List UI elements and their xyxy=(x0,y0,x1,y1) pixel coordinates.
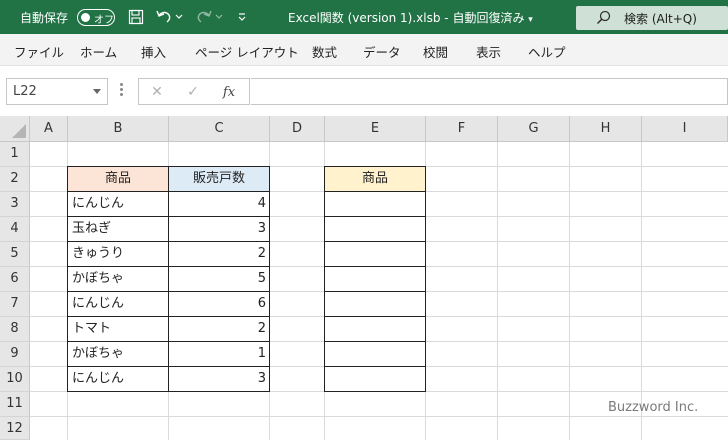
name-box-value: L22 xyxy=(13,84,37,99)
cell-qty[interactable]: 5 xyxy=(168,266,270,292)
column-header-i[interactable]: I xyxy=(642,116,728,142)
name-box[interactable]: L22 xyxy=(6,78,108,105)
formula-buttons: ✕ ✓ fx xyxy=(138,78,250,105)
autosave-toggle[interactable]: オフ xyxy=(77,9,115,26)
cell-product[interactable]: かぼちゃ xyxy=(67,266,169,292)
cell-qty[interactable]: 4 xyxy=(168,191,270,217)
cell-qty[interactable]: 2 xyxy=(168,241,270,267)
row-header-4[interactable]: 4 xyxy=(0,217,30,242)
empty-result-cell[interactable] xyxy=(324,266,426,292)
empty-result-cell[interactable] xyxy=(324,191,426,217)
autosave-label: 自動保存 xyxy=(20,11,69,25)
column-header-c[interactable]: C xyxy=(169,116,270,142)
column-header-h[interactable]: H xyxy=(570,116,642,142)
file-name: Excel関数 (version 1).xlsb - 自動回復済み xyxy=(288,11,525,25)
tab-insert[interactable]: 挿入 xyxy=(141,42,166,61)
row-header-6[interactable]: 6 xyxy=(0,267,30,292)
toggle-state-label: オフ xyxy=(94,15,114,26)
formula-bar: L22 ✕ ✓ fx xyxy=(0,66,728,116)
column-header-f[interactable]: F xyxy=(426,116,498,142)
tab-file[interactable]: ファイル xyxy=(14,42,64,61)
row-header-8[interactable]: 8 xyxy=(0,317,30,342)
insert-function-icon[interactable]: fx xyxy=(219,83,239,101)
empty-result-cell[interactable] xyxy=(324,216,426,242)
column-header-b[interactable]: B xyxy=(68,116,169,142)
row-header-7[interactable]: 7 xyxy=(0,292,30,317)
row-header-5[interactable]: 5 xyxy=(0,242,30,267)
cell-product[interactable]: にんじん xyxy=(67,291,169,317)
customize-toolbar-icon[interactable] xyxy=(234,7,250,27)
title-dropdown-icon[interactable]: ▾ xyxy=(528,15,533,25)
cell-qty[interactable]: 2 xyxy=(168,316,270,342)
empty-result-cell[interactable] xyxy=(324,291,426,317)
row-header-1[interactable]: 1 xyxy=(0,142,30,167)
tab-view[interactable]: 表示 xyxy=(476,42,501,61)
header-cell-product[interactable]: 商品 xyxy=(67,166,169,192)
empty-result-cell[interactable] xyxy=(324,241,426,267)
undo-icon[interactable] xyxy=(154,7,174,27)
row-header-12[interactable]: 12 xyxy=(0,417,30,440)
window-title: Excel関数 (version 1).xlsb - 自動回復済み ▾ xyxy=(288,9,533,26)
header-cell-unique-product[interactable]: 商品 xyxy=(324,166,426,192)
title-bar: 自動保存 オフ Excel関数 (version 1).xlsb - 自動回復済… xyxy=(0,0,728,34)
gridline xyxy=(30,416,728,417)
cell-product[interactable]: かぼちゃ xyxy=(67,341,169,367)
cell-qty[interactable]: 6 xyxy=(168,291,270,317)
redo-dropdown-icon[interactable] xyxy=(213,7,225,27)
row-header-3[interactable]: 3 xyxy=(0,192,30,217)
column-header-g[interactable]: G xyxy=(498,116,570,142)
cell-qty[interactable]: 3 xyxy=(168,216,270,242)
tab-home[interactable]: ホーム xyxy=(80,42,117,61)
header-cell-sales[interactable]: 販売戸数 xyxy=(168,166,270,192)
row-header-10[interactable]: 10 xyxy=(0,367,30,392)
ribbon-tabs: ファイル ホーム 挿入 ページ レイアウト 数式 データ 校閲 表示 ヘルプ xyxy=(0,34,728,66)
cell-product[interactable]: にんじん xyxy=(67,191,169,217)
toggle-knob xyxy=(81,13,90,22)
empty-result-cell[interactable] xyxy=(324,316,426,342)
tab-formulas[interactable]: 数式 xyxy=(312,42,337,61)
tab-page-layout[interactable]: ページ レイアウト xyxy=(195,42,299,61)
search-icon xyxy=(596,10,612,30)
column-header-a[interactable]: A xyxy=(30,116,68,142)
watermark: Buzzword Inc. xyxy=(608,400,699,415)
cell-product[interactable]: トマト xyxy=(67,316,169,342)
empty-result-cell[interactable] xyxy=(324,341,426,367)
cell-product[interactable]: にんじん xyxy=(67,366,169,392)
cell-qty[interactable]: 3 xyxy=(168,366,270,392)
enter-icon[interactable]: ✓ xyxy=(183,83,203,101)
search-box[interactable]: 検索 (Alt+Q) xyxy=(576,6,728,30)
column-header-e[interactable]: E xyxy=(325,116,426,142)
undo-dropdown-icon[interactable] xyxy=(173,7,185,27)
tab-review[interactable]: 校閲 xyxy=(423,42,448,61)
tab-help[interactable]: ヘルプ xyxy=(528,42,566,61)
search-placeholder: 検索 (Alt+Q) xyxy=(624,12,697,26)
empty-result-cell[interactable] xyxy=(324,366,426,392)
name-box-dropdown-icon[interactable] xyxy=(93,89,101,94)
cell-qty[interactable]: 1 xyxy=(168,341,270,367)
select-all-button[interactable] xyxy=(0,116,30,142)
formula-input[interactable] xyxy=(251,78,728,105)
spreadsheet-grid[interactable]: A B C D E F G H I 1 2 3 4 5 6 7 8 9 10 1… xyxy=(0,116,728,440)
column-header-d[interactable]: D xyxy=(270,116,325,142)
cell-product[interactable]: 玉ねぎ xyxy=(67,216,169,242)
select-all-triangle-icon xyxy=(12,124,26,138)
row-header-2[interactable]: 2 xyxy=(0,167,30,192)
row-header-9[interactable]: 9 xyxy=(0,342,30,367)
formula-bar-grip-icon[interactable] xyxy=(120,83,123,97)
redo-icon[interactable] xyxy=(194,7,214,27)
cancel-icon[interactable]: ✕ xyxy=(147,83,167,101)
tab-data[interactable]: データ xyxy=(363,42,401,61)
cell-product[interactable]: きゅうり xyxy=(67,241,169,267)
save-icon[interactable] xyxy=(126,7,146,27)
row-header-11[interactable]: 11 xyxy=(0,392,30,417)
